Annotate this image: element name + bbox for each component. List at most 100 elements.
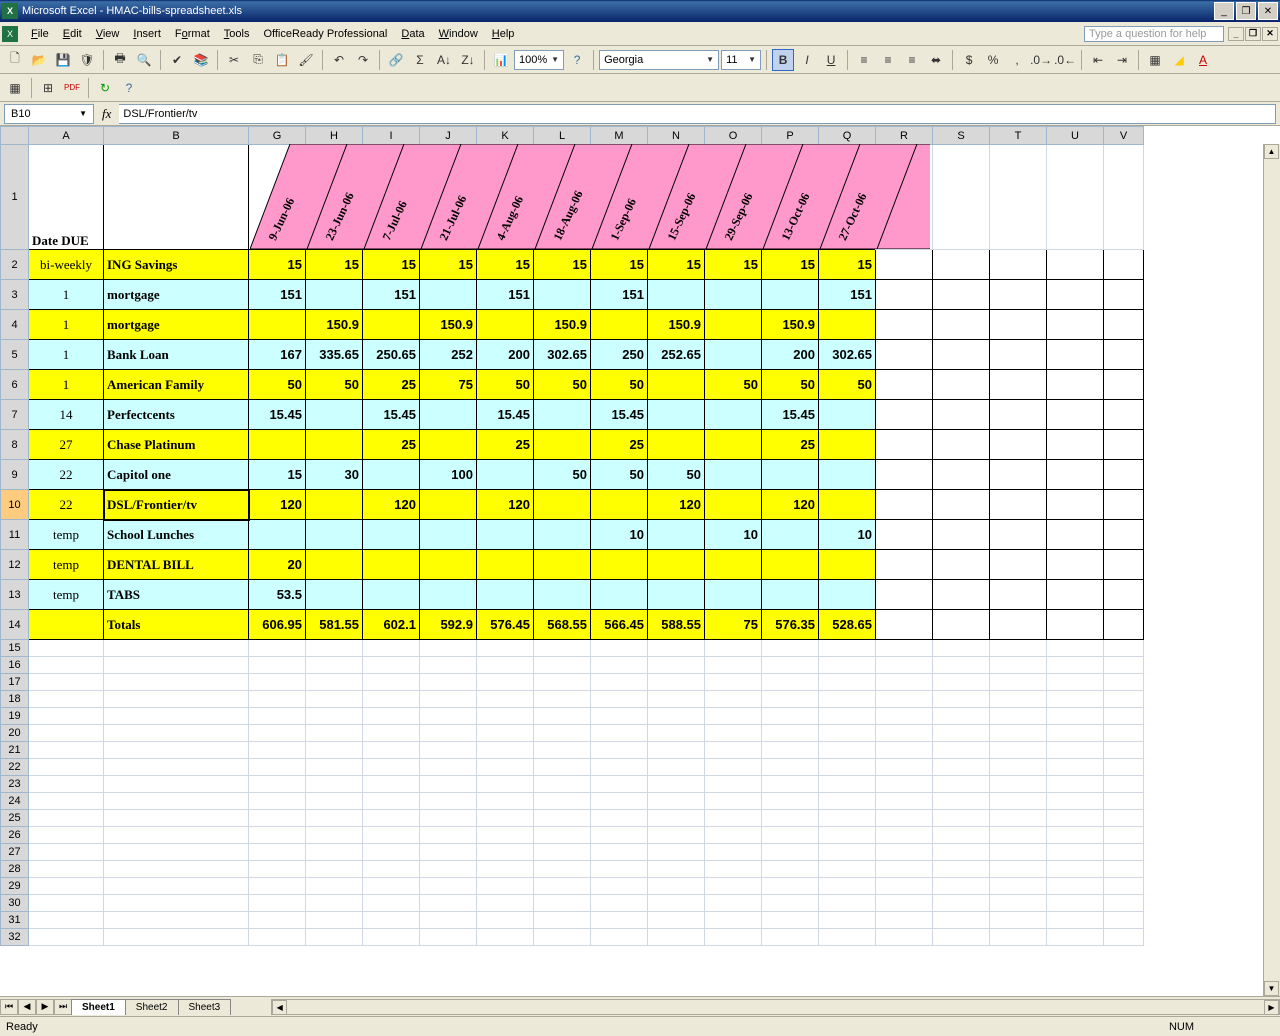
cell-A10[interactable]: 22 — [29, 490, 104, 520]
cell-A14[interactable] — [29, 610, 104, 640]
empty-cell[interactable] — [477, 929, 534, 946]
cell-M7[interactable]: 15.45 — [591, 400, 648, 430]
empty-cell[interactable] — [534, 776, 591, 793]
empty-cell[interactable] — [1104, 844, 1144, 861]
cell-B8[interactable]: Chase Platinum — [104, 430, 249, 460]
empty-cell[interactable] — [1104, 725, 1144, 742]
cell-G14[interactable]: 606.95 — [249, 610, 306, 640]
empty-cell[interactable] — [249, 708, 306, 725]
cell-B1[interactable] — [104, 145, 249, 250]
empty-cell[interactable] — [306, 742, 363, 759]
empty-cell[interactable] — [1047, 725, 1104, 742]
hyperlink-button[interactable]: 🔗 — [385, 49, 407, 71]
date-header-3[interactable]: 21-Jul-06 — [420, 145, 477, 250]
empty-cell[interactable] — [990, 861, 1047, 878]
empty-cell[interactable] — [705, 640, 762, 657]
empty-cell[interactable] — [990, 878, 1047, 895]
empty-cell[interactable] — [420, 793, 477, 810]
cell-P7[interactable]: 15.45 — [762, 400, 819, 430]
empty-cell[interactable] — [990, 674, 1047, 691]
menu-officeready[interactable]: OfficeReady Professional — [256, 26, 394, 42]
empty-cell[interactable] — [819, 878, 876, 895]
empty-cell[interactable] — [104, 793, 249, 810]
empty-cell[interactable] — [534, 878, 591, 895]
empty-cell[interactable] — [1104, 929, 1144, 946]
col-header-S[interactable]: S — [933, 127, 990, 145]
horizontal-scrollbar[interactable]: ◀ ▶ — [271, 999, 1280, 1015]
empty-cell[interactable] — [762, 708, 819, 725]
empty-cell[interactable] — [990, 929, 1047, 946]
empty-cell[interactable] — [104, 878, 249, 895]
empty-cell[interactable] — [648, 657, 705, 674]
empty-cell[interactable] — [306, 708, 363, 725]
empty-cell[interactable] — [1104, 691, 1144, 708]
cell-A3[interactable]: 1 — [29, 280, 104, 310]
empty-cell[interactable] — [762, 929, 819, 946]
cell-L3[interactable] — [534, 280, 591, 310]
empty-cell[interactable] — [477, 844, 534, 861]
empty-cell[interactable] — [29, 674, 104, 691]
empty-cell[interactable] — [363, 827, 420, 844]
empty-cell[interactable] — [420, 674, 477, 691]
row-header-16[interactable]: 16 — [1, 657, 29, 674]
cell-B6[interactable]: American Family — [104, 370, 249, 400]
empty-cell[interactable] — [591, 844, 648, 861]
empty-cell[interactable] — [363, 776, 420, 793]
empty-cell[interactable] — [705, 776, 762, 793]
empty-cell[interactable] — [1104, 912, 1144, 929]
cell-H10[interactable] — [306, 490, 363, 520]
empty-cell[interactable] — [762, 674, 819, 691]
row-header-28[interactable]: 28 — [1, 861, 29, 878]
cell-I7[interactable]: 15.45 — [363, 400, 420, 430]
empty-cell[interactable] — [249, 640, 306, 657]
empty-cell[interactable] — [363, 725, 420, 742]
empty-cell[interactable] — [1104, 708, 1144, 725]
cell-M5[interactable]: 250 — [591, 340, 648, 370]
date-header-9[interactable]: 13-Oct-06 — [762, 145, 819, 250]
menu-file[interactable]: File — [24, 26, 56, 42]
pdf-button[interactable]: PDF — [61, 77, 83, 99]
empty-cell[interactable] — [876, 640, 933, 657]
increase-indent-button[interactable]: ⇥ — [1111, 49, 1133, 71]
cell-M4[interactable] — [591, 310, 648, 340]
empty-cell[interactable] — [477, 912, 534, 929]
permission-button[interactable]: 🛡 — [76, 49, 98, 71]
empty-cell[interactable] — [363, 895, 420, 912]
borders-button[interactable]: ▦ — [1144, 49, 1166, 71]
col-header-M[interactable]: M — [591, 127, 648, 145]
cell-G9[interactable]: 15 — [249, 460, 306, 490]
empty-cell[interactable] — [762, 912, 819, 929]
empty-cell[interactable] — [705, 878, 762, 895]
empty-cell[interactable] — [420, 878, 477, 895]
empty-cell[interactable] — [104, 776, 249, 793]
row-header-20[interactable]: 20 — [1, 725, 29, 742]
empty-cell[interactable] — [1104, 793, 1144, 810]
empty-cell[interactable] — [534, 793, 591, 810]
cell-M8[interactable]: 25 — [591, 430, 648, 460]
empty-cell[interactable] — [534, 929, 591, 946]
col-header-N[interactable]: N — [648, 127, 705, 145]
empty-cell[interactable] — [477, 827, 534, 844]
cell-K3[interactable]: 151 — [477, 280, 534, 310]
col-header-H[interactable]: H — [306, 127, 363, 145]
empty-cell[interactable] — [534, 742, 591, 759]
empty-cell[interactable] — [648, 793, 705, 810]
redo-button[interactable]: ↷ — [352, 49, 374, 71]
empty-cell[interactable] — [933, 725, 990, 742]
empty-cell[interactable] — [705, 657, 762, 674]
empty-cell[interactable] — [363, 640, 420, 657]
empty-cell[interactable] — [420, 657, 477, 674]
empty-cell[interactable] — [705, 895, 762, 912]
vertical-scrollbar[interactable]: ▲ ▼ — [1263, 144, 1280, 996]
empty-cell[interactable] — [29, 691, 104, 708]
empty-cell[interactable] — [104, 657, 249, 674]
mdi-restore-button[interactable]: ❐ — [1245, 27, 1261, 41]
empty-cell[interactable] — [1104, 674, 1144, 691]
empty-cell[interactable] — [591, 793, 648, 810]
cell-A13[interactable]: temp — [29, 580, 104, 610]
col-header-O[interactable]: O — [705, 127, 762, 145]
empty-cell[interactable] — [990, 640, 1047, 657]
empty-cell[interactable] — [477, 878, 534, 895]
cell-M2[interactable]: 15 — [591, 250, 648, 280]
empty-cell[interactable] — [705, 725, 762, 742]
